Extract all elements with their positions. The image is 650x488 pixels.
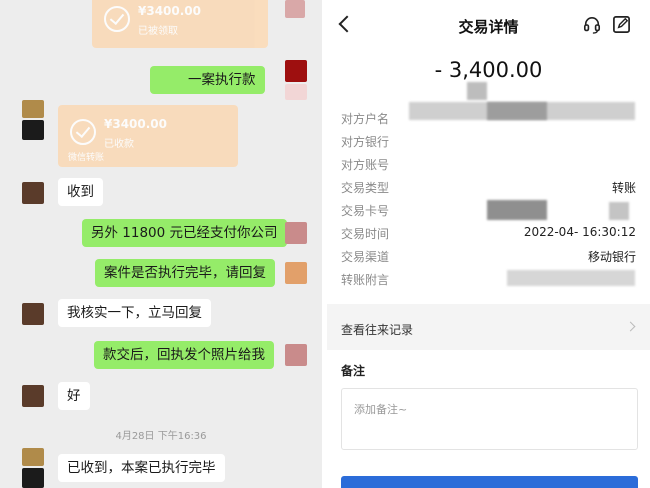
value-transaction-type: 转账 [611, 181, 636, 195]
message-bubble: 案件是否执行完毕，请回复 [95, 259, 275, 287]
label-channel: 交易渠道 [341, 250, 390, 264]
label-transaction-time: 交易时间 [341, 227, 390, 241]
message-bubble: 一案执行款 [150, 66, 265, 94]
avatar-me [285, 222, 307, 244]
redacted-value [609, 202, 629, 220]
value-transaction-time: 2022-04- 16:30:12 [523, 225, 636, 239]
label-counterparty-bank: 对方银行 [341, 135, 390, 149]
notes-title: 备注 [341, 364, 366, 378]
redacted-value [487, 200, 547, 220]
label-counterparty-name: 对方户名 [341, 112, 390, 126]
submit-button[interactable] [341, 476, 638, 488]
avatar-other [22, 100, 44, 118]
transfer-card[interactable]: ¥3400.00 已收款 微信转账 [58, 105, 238, 167]
notes-section: 备注 添加备注~ [327, 350, 650, 488]
check-icon [70, 119, 96, 145]
message-bubble: 已收到，本案已执行完毕 [58, 454, 225, 482]
history-link[interactable]: 查看往来记录 [327, 312, 650, 344]
label-transaction-type: 交易类型 [341, 181, 390, 195]
transfer-amount: ¥3400.00 [138, 4, 202, 18]
notes-input[interactable]: 添加备注~ [341, 388, 638, 450]
message-bubble: 另外 11800 元已经支付你公司 [82, 219, 287, 247]
avatar-me [285, 0, 305, 18]
message-bubble: 收到 [58, 178, 103, 206]
redacted-value [467, 82, 487, 100]
avatar-me [285, 60, 307, 82]
transfer-status: 已收款 [104, 139, 134, 150]
transfer-footer: 微信转账 [68, 153, 105, 163]
avatar-other [22, 182, 44, 204]
history-label: 查看往来记录 [341, 323, 414, 337]
top-bar: 交易详情 [327, 0, 650, 52]
label-card-number: 交易卡号 [341, 204, 390, 218]
transaction-detail-panel: 交易详情 - 3,400.00 对方户名 对方银行 对方账号 交易类型 转账 交… [327, 0, 650, 488]
headset-icon[interactable] [583, 16, 601, 34]
page-title: 交易详情 [458, 18, 519, 36]
avatar-other [22, 448, 44, 466]
message-bubble: 好 [58, 382, 90, 410]
chevron-right-icon [625, 321, 636, 332]
edit-icon[interactable] [612, 15, 631, 34]
avatar-me [285, 84, 307, 100]
avatar-other [22, 120, 44, 140]
chat-panel: ¥3400.00 已被领取 一案执行款 ¥3400.00 已收款 微信转账 收到… [0, 0, 322, 488]
avatar-other [22, 303, 44, 325]
message-bubble: 款交后，回执发个照片给我 [94, 341, 274, 369]
transaction-card: - 3,400.00 对方户名 对方银行 对方账号 交易类型 转账 交易卡号 交… [327, 52, 650, 304]
timestamp: 4月28日 下午16:36 [115, 431, 207, 442]
check-icon [104, 6, 130, 32]
value-channel: 移动银行 [587, 250, 636, 264]
transfer-status: 已被领取 [138, 26, 178, 37]
avatar-me [285, 262, 307, 284]
avatar-other [22, 468, 44, 488]
avatar-other [22, 385, 44, 407]
message-bubble: 我核实一下，立马回复 [58, 299, 211, 327]
label-transfer-note: 转账附言 [341, 273, 390, 287]
transfer-amount: ¥3400.00 [104, 117, 168, 131]
redacted-value [507, 270, 635, 286]
avatar-me [285, 344, 307, 366]
transfer-card-top[interactable]: ¥3400.00 已被领取 [92, 0, 268, 48]
transaction-amount: - 3,400.00 [434, 58, 543, 82]
label-counterparty-account: 对方账号 [341, 158, 390, 172]
redacted-value [487, 102, 547, 120]
